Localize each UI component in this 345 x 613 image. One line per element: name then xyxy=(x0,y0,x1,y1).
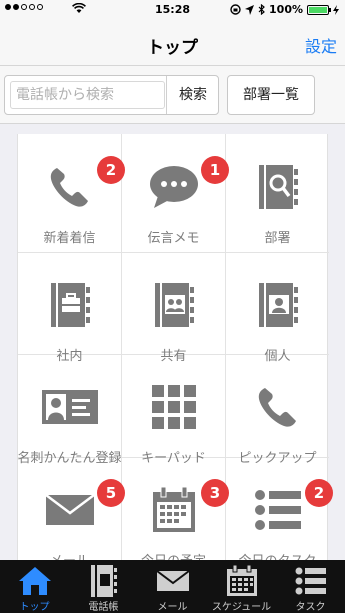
battery-percent: 100% xyxy=(269,3,303,16)
menu-item-today-schedule[interactable]: 3 今日の予定 xyxy=(122,457,229,569)
menu-item-label: 部署 xyxy=(264,231,291,246)
menu-item-pickup[interactable]: ピックアップ xyxy=(226,354,329,466)
menu-item-today-tasks[interactable]: 2 今日のタスク xyxy=(226,457,333,569)
tab-phonebook[interactable]: 電話帳 xyxy=(69,560,138,613)
tab-label: トップ xyxy=(19,602,50,613)
tab-top[interactable]: トップ xyxy=(0,560,69,613)
badge: 2 xyxy=(97,156,125,184)
keypad-icon xyxy=(151,385,196,429)
badge: 5 xyxy=(97,479,125,507)
task-list-icon xyxy=(295,567,326,595)
nav-bar: トップ 設定 xyxy=(0,20,345,66)
page-title: トップ xyxy=(147,38,198,58)
rotation-lock-icon xyxy=(230,4,241,15)
menu-item-department[interactable]: 部署 xyxy=(226,134,329,246)
search-box: 電話帳から検索 検索 xyxy=(4,75,219,115)
department-list-button[interactable]: 部署一覧 xyxy=(227,75,315,115)
bluetooth-icon xyxy=(258,4,265,15)
tab-label: タスク xyxy=(295,602,326,613)
menu-item-keypad[interactable]: キーパッド xyxy=(122,354,225,466)
search-button[interactable]: 検索 xyxy=(166,76,219,114)
task-list-icon xyxy=(254,490,301,530)
settings-button[interactable]: 設定 xyxy=(305,33,337,57)
menu-grid: 2 新着着信 1 伝言メモ 部署 社内 共有 個人 名刺かんたん登録 キーパッド… xyxy=(17,134,333,569)
menu-item-shared[interactable]: 共有 xyxy=(122,252,225,364)
speech-bubble-icon xyxy=(149,166,198,208)
badge: 3 xyxy=(201,479,229,507)
phonebook-icon xyxy=(90,565,117,597)
calendar-icon xyxy=(152,486,195,532)
tab-label: スケジュール xyxy=(211,602,272,613)
search-input[interactable]: 電話帳から検索 xyxy=(10,81,165,109)
tab-label: 電話帳 xyxy=(88,602,119,613)
shared-book-icon xyxy=(154,283,194,327)
phone-icon xyxy=(50,168,88,207)
menu-item-label: 新着着信 xyxy=(43,231,96,246)
badge: 1 xyxy=(201,156,229,184)
directory-search-icon xyxy=(258,165,298,209)
tab-tasks[interactable]: タスク xyxy=(276,560,345,613)
business-card-icon xyxy=(41,390,98,424)
calendar-icon xyxy=(226,565,257,596)
location-icon xyxy=(245,4,255,15)
menu-item-messages[interactable]: 1 伝言メモ xyxy=(122,134,229,246)
mail-icon xyxy=(155,570,190,591)
charging-icon xyxy=(333,4,339,15)
tab-bar: トップ 電話帳 メール スケジュール タスク xyxy=(0,560,345,613)
menu-item-personal[interactable]: 個人 xyxy=(226,252,329,364)
tab-schedule[interactable]: スケジュール xyxy=(207,560,276,613)
menu-item-label: 伝言メモ xyxy=(147,231,200,246)
tab-label: メール xyxy=(157,602,188,613)
search-area: 電話帳から検索 検索 部署一覧 xyxy=(0,66,345,124)
home-icon xyxy=(18,567,51,595)
pickup-phone-icon xyxy=(258,388,296,427)
status-bar: 15:28 100% xyxy=(0,0,345,20)
mail-icon xyxy=(44,494,95,525)
tab-mail[interactable]: メール xyxy=(138,560,207,613)
badge: 2 xyxy=(305,479,333,507)
menu-item-mail[interactable]: 5 メール xyxy=(18,457,125,569)
personal-book-icon xyxy=(258,283,298,327)
battery-icon xyxy=(307,4,331,15)
menu-item-new-calls[interactable]: 2 新着着信 xyxy=(18,134,125,246)
menu-item-internal[interactable]: 社内 xyxy=(18,252,121,364)
menu-item-business-card[interactable]: 名刺かんたん登録 xyxy=(17,354,122,466)
company-book-icon xyxy=(50,283,90,327)
